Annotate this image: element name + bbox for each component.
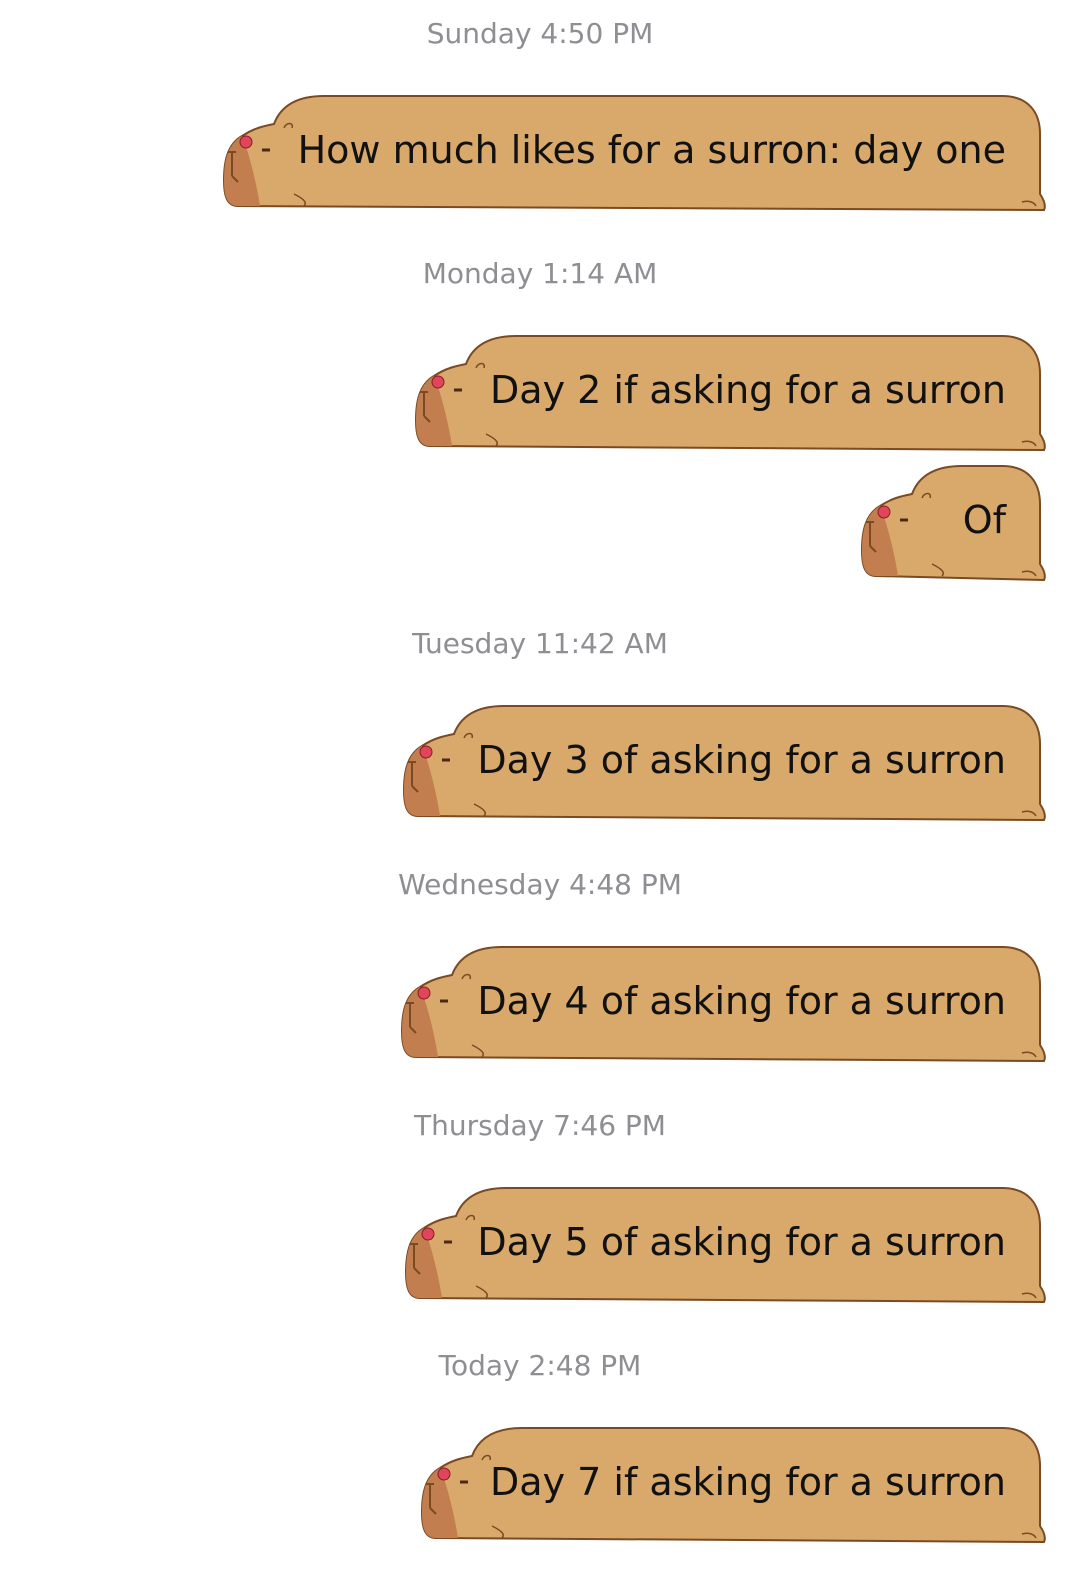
message-bubble[interactable]: Day 3 of asking for a surron [402, 704, 1046, 824]
message-text: Day 7 if asking for a surron [490, 1460, 1006, 1504]
message-bubble[interactable]: Day 2 if asking for a surron [414, 334, 1046, 454]
timestamp: Tuesday 11:42 AM [412, 627, 668, 660]
message-bubble[interactable]: How much likes for a surron: day one [222, 94, 1046, 214]
message-bubble[interactable]: Day 5 of asking for a surron [404, 1186, 1046, 1306]
message-text: Day 3 of asking for a surron [477, 738, 1006, 782]
message-bubble[interactable]: Day 7 if asking for a surron [420, 1426, 1046, 1546]
capybara-icon [860, 465, 1046, 582]
message-text: Day 2 if asking for a surron [490, 368, 1006, 412]
message-text: How much likes for a surron: day one [297, 128, 1006, 172]
message-bubble[interactable]: Of [860, 464, 1046, 584]
message-bubble[interactable]: Day 4 of asking for a surron [400, 945, 1046, 1065]
message-text: Day 4 of asking for a surron [477, 979, 1006, 1023]
timestamp: Thursday 7:46 PM [414, 1109, 666, 1142]
message-text: Of [962, 498, 1006, 542]
message-text: Day 5 of asking for a surron [477, 1220, 1006, 1264]
timestamp: Wednesday 4:48 PM [398, 868, 682, 901]
timestamp: Monday 1:14 AM [422, 257, 658, 290]
message-thread: Sunday 4:50 PM Monday 1:14 AM Tuesday 11… [0, 0, 1080, 1576]
timestamp: Sunday 4:50 PM [426, 17, 654, 50]
timestamp: Today 2:48 PM [438, 1349, 642, 1382]
